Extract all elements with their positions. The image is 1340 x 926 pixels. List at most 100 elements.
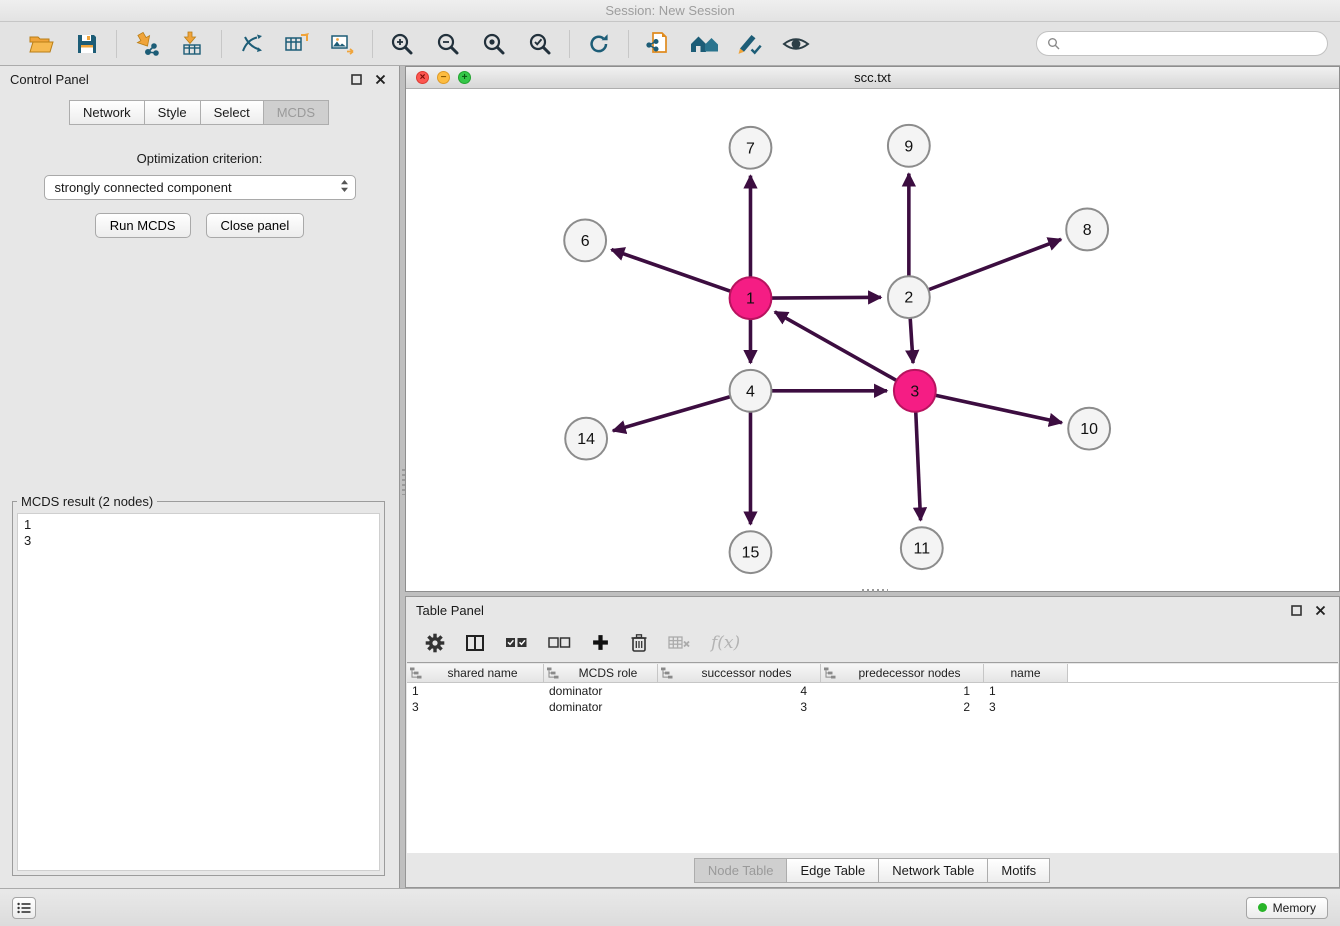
node-14[interactable]: 14: [565, 418, 607, 460]
node-label: 3: [910, 383, 919, 400]
node-label: 8: [1083, 222, 1092, 239]
cell-predecessor-nodes: 1: [821, 684, 984, 698]
node-label: 11: [914, 541, 931, 558]
zoom-in-button[interactable]: [386, 28, 418, 60]
tab-mcds[interactable]: MCDS: [263, 100, 329, 125]
tab-network[interactable]: Network: [69, 100, 145, 125]
node-4[interactable]: 4: [730, 370, 772, 412]
node-7[interactable]: 7: [730, 127, 772, 169]
control-panel-header: Control Panel: [0, 66, 399, 92]
import-table-button[interactable]: [176, 28, 208, 60]
show-graphics-details-button[interactable]: [780, 28, 812, 60]
float-panel-icon[interactable]: [347, 70, 365, 88]
tab-select[interactable]: Select: [200, 100, 264, 125]
tab-style[interactable]: Style: [144, 100, 201, 125]
table-row[interactable]: 1 dominator 4 1 1: [407, 683, 1338, 699]
open-file-button[interactable]: [25, 28, 57, 60]
edge-1-2[interactable]: [771, 297, 881, 298]
save-session-button[interactable]: [71, 28, 103, 60]
edge-1-6[interactable]: [611, 250, 730, 292]
zoom-out-button[interactable]: [432, 28, 464, 60]
cell-predecessor-nodes: 2: [821, 700, 984, 714]
minimize-window-icon[interactable]: −: [437, 71, 450, 84]
cell-successor-nodes: 4: [658, 684, 821, 698]
node-11[interactable]: 11: [901, 527, 943, 569]
network-canvas[interactable]: 7 9 6 8 1 2 4 3 14 10 15 11: [406, 90, 1339, 591]
export-image-button[interactable]: [327, 28, 359, 60]
node-6[interactable]: 6: [564, 219, 606, 261]
column-header-shared-name[interactable]: shared name: [407, 664, 544, 683]
window-titlebar[interactable]: Session: New Session: [0, 0, 1340, 22]
edge-3-11[interactable]: [916, 412, 921, 521]
edge-3-10[interactable]: [935, 395, 1062, 422]
export-table-button[interactable]: [281, 28, 313, 60]
network-graph[interactable]: 7 9 6 8 1 2 4 3 14 10 15 11: [406, 90, 1339, 591]
column-header-name[interactable]: name: [984, 664, 1068, 683]
node-15[interactable]: 15: [730, 531, 772, 573]
delete-column-button[interactable]: [630, 633, 648, 653]
export-network-button[interactable]: [235, 28, 267, 60]
close-window-icon[interactable]: ×: [416, 71, 429, 84]
optimization-criterion-select[interactable]: strongly connected component: [44, 175, 356, 200]
column-header-successor-nodes[interactable]: successor nodes: [658, 664, 821, 683]
node-10[interactable]: 10: [1068, 408, 1110, 450]
edge-3-1[interactable]: [775, 312, 897, 381]
splitter-grip-horizontal[interactable]: [862, 589, 888, 592]
table-row[interactable]: 3 dominator 3 2 3: [407, 699, 1338, 715]
zoom-fit-button[interactable]: [478, 28, 510, 60]
node-8[interactable]: 8: [1066, 209, 1108, 251]
table-settings-button[interactable]: [425, 633, 445, 653]
mcds-result-line: 1: [24, 517, 373, 533]
show-columns-button[interactable]: [465, 633, 485, 653]
status-bar: Memory: [0, 888, 1340, 926]
delete-table-icon: [668, 634, 691, 652]
close-panel-icon[interactable]: [371, 70, 389, 88]
export-network-icon: [238, 31, 264, 57]
run-mcds-button[interactable]: Run MCDS: [95, 213, 191, 238]
edge-4-14[interactable]: [613, 397, 730, 431]
node-1[interactable]: 1: [730, 277, 772, 319]
memory-label: Memory: [1273, 901, 1316, 915]
control-panel-tabbar: Network Style Select MCDS: [0, 100, 399, 125]
tab-motifs[interactable]: Motifs: [987, 858, 1050, 883]
maximize-window-icon[interactable]: +: [458, 71, 471, 84]
refresh-button[interactable]: [583, 28, 615, 60]
close-panel-button[interactable]: Close panel: [206, 213, 305, 238]
home-layout-button[interactable]: [688, 28, 720, 60]
column-header-mcds-role[interactable]: MCDS role: [544, 664, 658, 683]
tab-node-table[interactable]: Node Table: [694, 858, 788, 883]
close-table-panel-icon[interactable]: [1311, 601, 1329, 619]
zoom-selected-button[interactable]: [524, 28, 556, 60]
mcds-result-box: MCDS result (2 nodes) 1 3: [12, 494, 385, 876]
splitter-grip-vertical[interactable]: [402, 469, 405, 495]
edge-2-8[interactable]: [928, 239, 1061, 289]
tab-edge-table[interactable]: Edge Table: [786, 858, 879, 883]
tab-network-table[interactable]: Network Table: [878, 858, 988, 883]
toolbar-group-zoom: [373, 28, 569, 60]
sort-icon: [660, 667, 673, 679]
import-network-button[interactable]: [130, 28, 162, 60]
task-history-button[interactable]: [12, 897, 36, 919]
mcds-result-line: 3: [24, 533, 373, 549]
node-2[interactable]: 2: [888, 276, 930, 318]
search-field[interactable]: [1036, 31, 1328, 56]
function-builder-button[interactable]: f(x): [711, 633, 740, 653]
memory-button[interactable]: Memory: [1246, 897, 1328, 919]
mcds-result-list[interactable]: 1 3: [17, 513, 380, 871]
network-window-titlebar[interactable]: scc.txt × − +: [406, 67, 1339, 89]
apply-style-button[interactable]: [734, 28, 766, 60]
clone-network-button[interactable]: [642, 28, 674, 60]
node-3[interactable]: 3: [894, 370, 936, 412]
delete-table-button[interactable]: [668, 634, 691, 652]
search-input[interactable]: [1066, 37, 1317, 51]
edge-2-3[interactable]: [910, 318, 913, 363]
deselect-all-button[interactable]: [548, 634, 571, 651]
node-label: 14: [577, 431, 595, 448]
plus-icon: [591, 633, 610, 652]
add-column-button[interactable]: [591, 633, 610, 652]
float-table-panel-icon[interactable]: [1287, 601, 1305, 619]
select-all-button[interactable]: [505, 634, 528, 651]
column-header-predecessor-nodes[interactable]: predecessor nodes: [821, 664, 984, 683]
table-tabbar: Node Table Edge Table Network Table Moti…: [406, 855, 1339, 885]
node-9[interactable]: 9: [888, 125, 930, 167]
